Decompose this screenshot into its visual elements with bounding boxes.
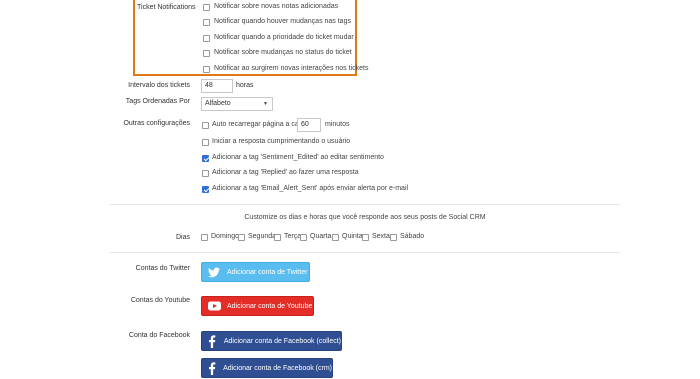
twitter-icon bbox=[207, 265, 221, 279]
day-checkbox-segunda[interactable] bbox=[238, 234, 245, 241]
facebook-account-label: Conta do Facebook bbox=[128, 332, 190, 339]
add-twitter-account-button[interactable]: Adicionar conta de Twitter bbox=[201, 262, 310, 282]
notify-priority-label: Notificar quando a prioridade do ticket … bbox=[214, 34, 354, 41]
day-label-segunda: Segunda bbox=[248, 233, 277, 240]
divider bbox=[110, 252, 620, 253]
notify-priority-checkbox[interactable] bbox=[203, 35, 210, 42]
greet-user-label: Iniciar a resposta cumprimentando o usuá… bbox=[212, 138, 351, 145]
interval-unit: horas bbox=[236, 82, 254, 89]
notify-status-label: Notificar sobre mudanças no status do ti… bbox=[214, 49, 352, 56]
auto-reload-minutes-input[interactable]: 60 bbox=[297, 118, 321, 132]
replied-tag-label: Adicionar a tag 'Replied' ao fazer uma r… bbox=[212, 169, 359, 176]
chevron-down-icon: ▼ bbox=[263, 101, 268, 107]
add-facebook-collect-button[interactable]: Adicionar conta de Facebook (collect) bbox=[201, 331, 342, 351]
add-facebook-crm-button[interactable]: Adicionar conta de Facebook (crm) bbox=[201, 358, 333, 378]
greet-user-checkbox[interactable] bbox=[202, 139, 209, 146]
day-label-terca: Terça bbox=[284, 233, 302, 240]
notify-status-checkbox[interactable] bbox=[203, 50, 210, 57]
auto-reload-checkbox[interactable] bbox=[202, 122, 209, 129]
other-settings-label: Outras configurações bbox=[123, 120, 190, 127]
day-checkbox-terca[interactable] bbox=[274, 234, 281, 241]
youtube-icon bbox=[207, 299, 221, 313]
auto-reload-label: Auto recarregar página a cada bbox=[212, 121, 307, 128]
day-checkbox-quarta[interactable] bbox=[300, 234, 307, 241]
replied-tag-checkbox[interactable] bbox=[202, 170, 209, 177]
day-checkbox-sexta[interactable] bbox=[362, 234, 369, 241]
tags-order-select[interactable]: Alfabeto ▼ bbox=[201, 97, 273, 111]
day-label-quinta: Quinta bbox=[342, 233, 363, 240]
tags-order-value: Alfabeto bbox=[205, 100, 231, 107]
notify-notes-label: Notificar sobre novas notas adicionadas bbox=[214, 3, 339, 10]
add-facebook-collect-label: Adicionar conta de Facebook (collect) bbox=[223, 337, 341, 345]
day-label-quarta: Quarta bbox=[310, 233, 332, 240]
notify-tags-checkbox[interactable] bbox=[203, 19, 210, 26]
sentiment-edited-label: Adicionar a tag 'Sentiment_Edited' ao ed… bbox=[212, 154, 384, 161]
tags-order-label: Tags Ordenadas Por bbox=[125, 98, 190, 105]
email-alert-checkbox[interactable] bbox=[202, 186, 209, 193]
auto-reload-unit: minutos bbox=[325, 121, 350, 128]
ticket-notifications-label: Ticket Notifications bbox=[137, 4, 196, 11]
facebook-icon bbox=[207, 334, 218, 348]
facebook-icon bbox=[207, 361, 217, 375]
day-checkbox-quinta[interactable] bbox=[332, 234, 339, 241]
twitter-accounts-label: Contas do Twitter bbox=[135, 265, 190, 272]
notify-interactions-checkbox[interactable] bbox=[203, 66, 210, 73]
divider bbox=[110, 204, 620, 205]
add-twitter-account-label: Adicionar conta de Twitter bbox=[227, 268, 308, 276]
add-youtube-account-button[interactable]: Adicionar conta de Youtube bbox=[201, 296, 314, 316]
interval-input[interactable]: 48 bbox=[201, 79, 233, 93]
notify-interactions-label: Notificar ao surgirem novas interações n… bbox=[214, 65, 369, 72]
day-label-sexta: Sexta bbox=[372, 233, 390, 240]
add-youtube-account-label: Adicionar conta de Youtube bbox=[227, 302, 313, 310]
notify-tags-label: Notificar quando houver mudanças nas tag… bbox=[214, 18, 351, 25]
notify-notes-checkbox[interactable] bbox=[203, 4, 210, 11]
day-label-sabado: Sábado bbox=[400, 233, 425, 240]
sentiment-edited-checkbox[interactable] bbox=[202, 155, 209, 162]
email-alert-label: Adicionar a tag 'Email_Alert_Sent' após … bbox=[212, 185, 409, 192]
day-label-domingo: Domingo bbox=[211, 233, 240, 240]
day-checkbox-sabado[interactable] bbox=[390, 234, 397, 241]
youtube-accounts-label: Contas do Youtube bbox=[130, 297, 190, 304]
schedule-description: Customize os dias e horas que você respo… bbox=[244, 214, 486, 221]
interval-label: Intervalo dos tickets bbox=[128, 82, 190, 89]
days-label: Dias bbox=[175, 234, 190, 241]
add-facebook-crm-label: Adicionar conta de Facebook (crm) bbox=[223, 364, 332, 372]
day-checkbox-domingo[interactable] bbox=[201, 234, 208, 241]
